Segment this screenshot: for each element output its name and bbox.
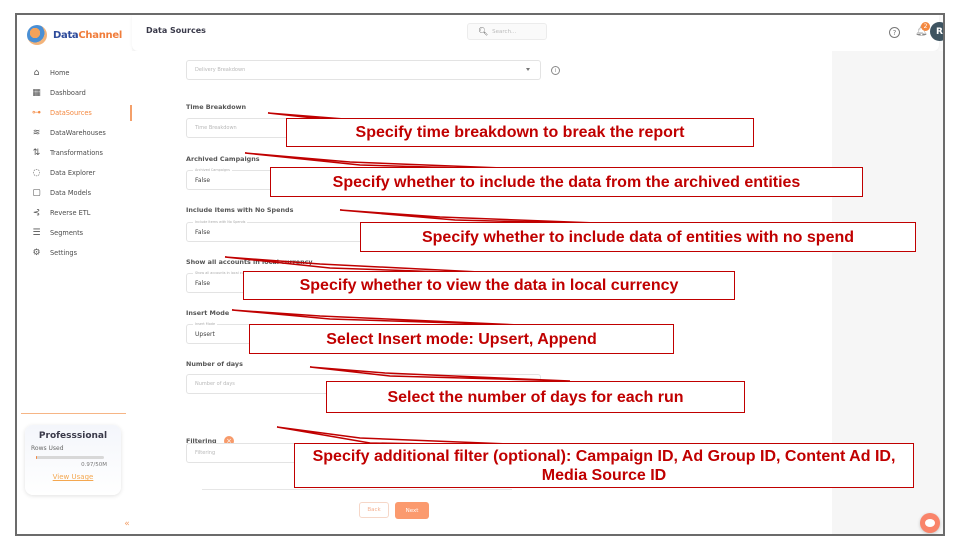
- form-panel: Delivery Breakdown i Time Breakdown Time…: [132, 51, 832, 534]
- sidebar-item-data-explorer[interactable]: ◌ Data Explorer: [17, 163, 132, 183]
- search-icon: 🔍︎: [478, 27, 489, 36]
- chat-icon: [925, 519, 935, 527]
- search-input[interactable]: [492, 28, 543, 35]
- time-breakdown-select[interactable]: Time Breakdown: [186, 118, 541, 138]
- view-usage-link[interactable]: View Usage: [31, 473, 115, 481]
- info-icon[interactable]: i: [551, 175, 560, 184]
- sidebar-item-segments[interactable]: ☰ Segments: [17, 223, 132, 243]
- info-icon[interactable]: i: [551, 124, 560, 133]
- include-no-spends-label: Include Items with No Spends: [186, 206, 294, 214]
- sidebar-item-datasources[interactable]: ⊶ DataSources: [17, 103, 132, 123]
- include-no-spends-select[interactable]: Include Items with No Spends False: [186, 220, 541, 242]
- brand-name: DataChannel: [53, 29, 122, 41]
- archived-campaigns-select[interactable]: Archived Campaigns False: [186, 168, 541, 190]
- explorer-icon: ◌: [32, 168, 41, 178]
- chevron-down-icon: [526, 281, 530, 284]
- models-icon: ▢: [32, 188, 41, 198]
- top-header: Data Sources 🔍︎ ? 🔔︎ 2 R: [132, 15, 943, 51]
- usage-value: 0.97/50M: [81, 462, 107, 468]
- transform-icon: ⇅: [32, 148, 41, 158]
- database-icon: ≋: [32, 128, 41, 138]
- info-icon[interactable]: i: [551, 278, 560, 287]
- app-window: DataChannel ⌂ Home ▦ Dashboard ⊶ DataSource…: [15, 13, 945, 536]
- gear-icon: ⚙: [32, 248, 41, 258]
- local-currency-select[interactable]: Show all accounts in local currency False: [186, 271, 541, 293]
- number-of-days-label: Number of days: [186, 360, 243, 368]
- insert-mode-label: Insert Mode: [186, 309, 230, 317]
- chevron-down-icon: [526, 332, 530, 335]
- time-breakdown-label: Time Breakdown: [186, 103, 247, 111]
- archived-campaigns-label: Archived Campaigns: [186, 155, 260, 163]
- sidebar-item-home[interactable]: ⌂ Home: [17, 63, 132, 83]
- chevron-down-icon: [526, 451, 530, 454]
- chevron-down-icon: [526, 68, 530, 71]
- logo[interactable]: DataChannel: [27, 25, 122, 45]
- sidebar-item-settings[interactable]: ⚙ Settings: [17, 243, 132, 263]
- local-currency-label: Show all accounts in local currency: [186, 258, 313, 266]
- notification-badge: 2: [921, 22, 930, 31]
- page-title: Data Sources: [146, 26, 206, 35]
- usage-progress-fill: [36, 456, 38, 459]
- datasources-icon: ⊶: [32, 108, 41, 118]
- logo-icon: [27, 25, 47, 45]
- sidebar-item-dashboard[interactable]: ▦ Dashboard: [17, 83, 132, 103]
- avatar[interactable]: R: [930, 22, 943, 41]
- next-button[interactable]: Next: [395, 502, 429, 519]
- sidebar: DataChannel ⌂ Home ▦ Dashboard ⊶ DataSource…: [17, 15, 134, 534]
- sidebar-item-transformations[interactable]: ⇅ Transformations: [17, 143, 132, 163]
- plan-title: Professsional: [38, 431, 108, 441]
- rows-used-label: Rows Used: [31, 445, 64, 452]
- chevron-down-icon: [526, 230, 530, 233]
- background-panel: [832, 51, 943, 534]
- chat-button[interactable]: [920, 513, 940, 533]
- insert-mode-select[interactable]: Insert Mode Upsert: [186, 322, 541, 344]
- usage-progress-bar: [36, 456, 104, 459]
- delivery-breakdown-select[interactable]: Delivery Breakdown: [186, 60, 541, 80]
- divider: [21, 413, 126, 414]
- help-icon[interactable]: ?: [889, 27, 900, 38]
- home-icon: ⌂: [33, 68, 40, 78]
- info-icon[interactable]: i: [551, 66, 560, 75]
- sidebar-item-reverse-etl[interactable]: ⊰ Reverse ETL: [17, 203, 132, 223]
- sidebar-item-data-models[interactable]: ▢ Data Models: [17, 183, 132, 203]
- number-of-days-input[interactable]: Number of days: [186, 374, 541, 394]
- sidebar-nav: ⌂ Home ▦ Dashboard ⊶ DataSources ≋ DataWareh…: [17, 63, 132, 263]
- dashboard-icon: ▦: [32, 88, 41, 98]
- chevron-down-icon: [526, 126, 530, 129]
- divider: [202, 489, 512, 490]
- search-box[interactable]: 🔍︎: [467, 23, 547, 40]
- filtering-select[interactable]: Filtering: [186, 443, 541, 463]
- plan-card: Professsional Rows Used 0.97/50M View Us…: [25, 425, 121, 495]
- chevron-down-icon: [526, 178, 530, 181]
- info-icon[interactable]: i: [551, 227, 560, 236]
- reverse-etl-icon: ⊰: [32, 208, 41, 218]
- segments-icon: ☰: [32, 228, 41, 238]
- sidebar-item-datawarehouses[interactable]: ≋ DataWarehouses: [17, 123, 132, 143]
- back-button[interactable]: Back: [359, 502, 389, 518]
